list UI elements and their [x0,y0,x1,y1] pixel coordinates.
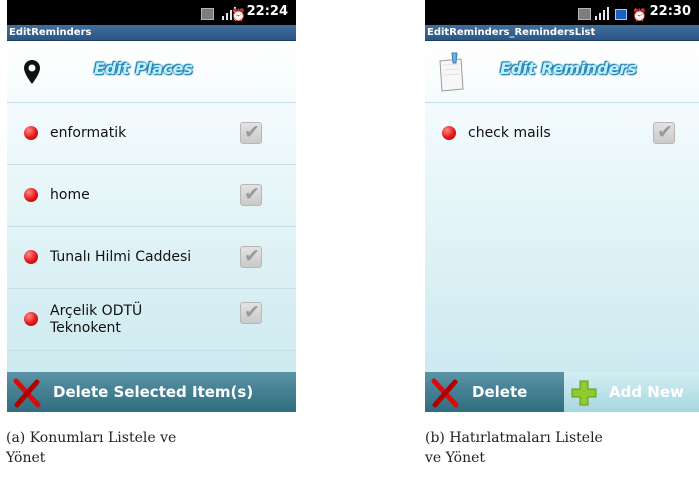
place-label-line2: Teknokent [50,320,121,336]
red-x-icon [431,378,459,408]
bullet-icon [24,188,38,202]
app-title-bar: EditReminders [7,25,296,41]
page-title: Edit Reminders [500,59,637,78]
alarm-icon: ⏰ [231,8,246,22]
app-title-bar: EditReminders_RemindersList [425,25,699,41]
delete-label: Delete [472,383,528,401]
edit-reminders-screen: ⏰ 22:30 EditReminders_RemindersList Edit… [425,0,699,412]
notification-icon [615,6,627,20]
reminder-checkbox[interactable]: ✔ [653,121,675,144]
places-header: Edit Places [7,41,296,103]
reminders-action-bar: Delete Add New [425,372,699,412]
status-time: 22:24 [246,4,288,19]
place-label-line1: Arçelik ODTÜ [50,303,143,319]
storage-icon [578,8,591,20]
delete-button[interactable]: Delete [425,372,564,412]
place-checkbox[interactable]: ✔ [240,121,262,144]
place-label: home [50,187,90,203]
checkmark-icon: ✔ [244,183,260,205]
caption-b-line1: (b) Hatırlatmaları Listele [425,430,603,446]
edit-places-screen: ⏰ 22:24 EditReminders Edit Places enform… [7,0,296,412]
location-pin-icon [24,60,40,84]
status-time: 22:30 [649,4,691,19]
caption-a-line1: (a) Konumları Listele ve [6,430,177,446]
place-checkbox[interactable]: ✔ [240,245,262,268]
checkmark-icon: ✔ [244,301,260,323]
caption-a: (a) Konumları Listele ve Yönet [6,428,176,468]
place-label: enformatik [50,125,127,141]
reminder-list-item[interactable]: check mails ✔ [425,103,699,165]
bullet-icon [24,250,38,264]
status-icons [578,6,591,20]
reminders-header: Edit Reminders [425,41,699,103]
checkmark-icon: ✔ [244,245,260,267]
storage-icon [201,8,214,20]
place-checkbox[interactable]: ✔ [240,183,262,206]
place-list-item[interactable]: Tunalı Hilmi Caddesi ✔ [7,227,296,289]
status-bar: ⏰ 22:24 [7,0,296,25]
status-bar: ⏰ 22:30 [425,0,699,25]
place-label: Tunalı Hilmi Caddesi [50,249,192,265]
bullet-icon [442,126,456,140]
reminder-label: check mails [468,125,551,141]
signal-icon [595,6,609,20]
reminders-list-panel: Edit Reminders check mails ✔ [425,41,699,372]
place-list-item[interactable]: Arçelik ODTÜ Teknokent ✔ [7,289,296,351]
caption-b: (b) Hatırlatmaları Listele ve Yönet [425,428,603,468]
add-new-label: Add New [609,383,684,401]
bullet-icon [24,312,38,326]
delete-selected-button[interactable]: Delete Selected Item(s) [7,372,296,412]
green-plus-icon [571,380,597,406]
bullet-icon [24,126,38,140]
caption-b-line2: ve Yönet [425,450,486,466]
checkmark-icon: ✔ [657,121,673,143]
place-list-item[interactable]: home ✔ [7,165,296,227]
place-checkbox[interactable]: ✔ [240,301,262,324]
checkmark-icon: ✔ [244,121,260,143]
place-list-item[interactable]: enformatik ✔ [7,103,296,165]
caption-a-line2: Yönet [6,450,46,466]
page-title: Edit Places [94,59,193,78]
add-new-button[interactable]: Add New [564,372,699,412]
alarm-icon: ⏰ [632,8,647,22]
delete-selected-label: Delete Selected Item(s) [53,383,254,401]
status-icons [201,6,214,20]
places-list-panel: Edit Places enformatik ✔ home ✔ Tunalı H… [7,41,296,372]
red-x-icon [13,378,41,408]
sticky-note-icon [439,52,464,92]
